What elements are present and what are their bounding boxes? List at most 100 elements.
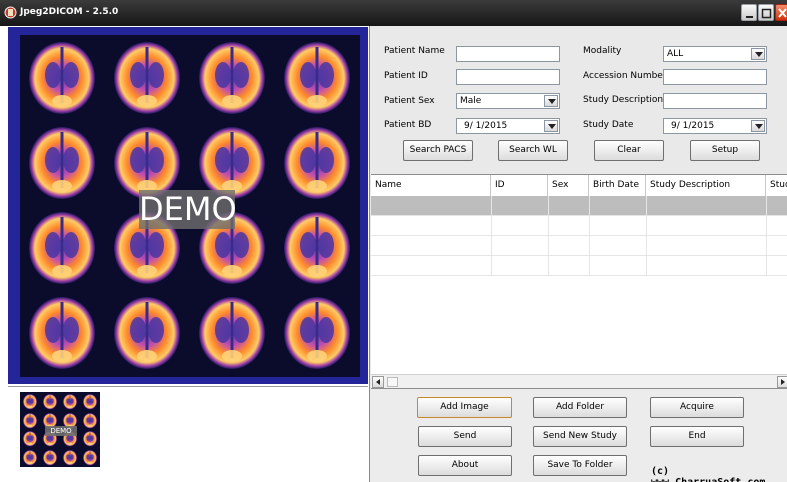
column-header-study[interactable]: Stud	[766, 175, 787, 196]
maximize-button[interactable]	[758, 4, 774, 21]
patient-bd-picker[interactable]: 9/ 1/2015	[456, 118, 560, 134]
scan-slice	[22, 122, 102, 205]
chevron-down-icon[interactable]	[751, 48, 765, 60]
clear-button[interactable]: Clear	[594, 140, 664, 161]
scan-slice	[22, 37, 102, 120]
scan-slice	[277, 207, 357, 290]
chevron-down-icon[interactable]	[544, 120, 558, 132]
study-date-value: 9/ 1/2015	[671, 121, 715, 131]
thumbnail-slice	[61, 449, 79, 468]
copyright-text: (c) www.CharruaSoft.com	[651, 466, 765, 482]
results-table[interactable]: Name ID Sex Birth Date Study Description…	[371, 174, 787, 403]
thumbnail-slice	[81, 412, 99, 432]
column-divider	[491, 196, 492, 276]
scan-slice	[277, 37, 357, 120]
scan-slice	[192, 292, 272, 375]
scan-slice	[22, 292, 102, 375]
patient-bd-value: 9/ 1/2015	[464, 121, 508, 131]
chevron-right-icon	[781, 379, 785, 385]
about-button[interactable]: About	[418, 455, 512, 476]
maximize-icon	[761, 8, 772, 19]
column-divider	[766, 196, 767, 276]
patient-id-input[interactable]	[456, 69, 560, 85]
add-folder-button[interactable]: Add Folder	[533, 397, 627, 418]
chevron-left-icon	[376, 379, 380, 385]
column-header-id[interactable]: ID	[491, 175, 548, 196]
minimize-icon	[746, 16, 753, 18]
thumbnail-watermark: DEMO	[45, 426, 77, 436]
scrollbar-thumb[interactable]	[387, 377, 398, 387]
modality-value: ALL	[667, 49, 684, 59]
column-header-name[interactable]: Name	[371, 175, 491, 196]
patient-name-label: Patient Name	[384, 46, 445, 56]
thumbnail-slice	[21, 449, 39, 468]
modality-label: Modality	[583, 46, 622, 56]
thumbnail-slice	[21, 430, 39, 450]
column-divider	[646, 196, 647, 276]
column-header-birth-date[interactable]: Birth Date	[589, 175, 646, 196]
table-row[interactable]	[371, 256, 787, 276]
patient-id-label: Patient ID	[384, 71, 428, 81]
scan-slice	[277, 292, 357, 375]
window-title: Jpeg2DICOM - 2.5.0	[20, 7, 119, 17]
horizontal-scrollbar[interactable]	[371, 374, 787, 388]
thumbnail-slice	[61, 393, 79, 413]
setup-button[interactable]: Setup	[690, 140, 760, 161]
scan-slice	[277, 122, 357, 205]
add-image-button[interactable]: Add Image	[417, 397, 512, 418]
action-panel: Add Image Add Folder Acquire Send Send N…	[371, 388, 787, 482]
send-new-study-button[interactable]: Send New Study	[533, 426, 627, 447]
study-description-input[interactable]	[663, 93, 767, 109]
thumbnail-slice	[41, 449, 59, 468]
save-to-folder-button[interactable]: Save To Folder	[533, 455, 627, 476]
image-viewer[interactable]: DEMO	[8, 27, 368, 384]
study-description-label: Study Description	[583, 95, 664, 105]
chevron-down-icon[interactable]	[751, 120, 765, 132]
thumbnail[interactable]: DEMO	[20, 392, 100, 467]
search-wl-button[interactable]: Search WL	[498, 140, 568, 161]
column-divider	[548, 196, 549, 276]
send-button[interactable]: Send	[418, 426, 512, 447]
thumbnail-slice	[81, 449, 99, 468]
patient-bd-label: Patient BD	[384, 120, 432, 130]
accession-number-label: Accession Number	[583, 71, 667, 81]
scan-slice	[22, 207, 102, 290]
scroll-right-button[interactable]	[777, 376, 787, 388]
thumbnail-slice	[81, 430, 99, 450]
accession-number-input[interactable]	[663, 69, 767, 85]
minimize-button[interactable]	[741, 4, 757, 21]
patient-sex-label: Patient Sex	[384, 96, 435, 106]
end-button[interactable]: End	[650, 426, 744, 447]
demo-watermark: DEMO	[139, 190, 237, 229]
modality-select[interactable]: ALL	[663, 46, 767, 62]
scan-slice	[192, 37, 272, 120]
acquire-button[interactable]: Acquire	[650, 397, 744, 418]
scan-slice	[107, 37, 187, 120]
table-row[interactable]	[371, 236, 787, 256]
study-date-picker[interactable]: 9/ 1/2015	[663, 118, 767, 134]
thumbnail-slice	[81, 393, 99, 413]
window-frame	[0, 26, 8, 482]
thumbnail-slice	[21, 412, 39, 432]
close-icon	[778, 8, 787, 18]
patient-sex-select[interactable]: Male	[456, 93, 560, 109]
patient-name-input[interactable]	[456, 46, 560, 62]
patient-sex-value: Male	[460, 96, 482, 106]
title-bar: Jpeg2DICOM - 2.5.0	[0, 0, 787, 26]
thumbnail-slice	[21, 393, 39, 413]
app-icon	[4, 6, 17, 19]
column-header-sex[interactable]: Sex	[548, 175, 589, 196]
scan-slice	[107, 292, 187, 375]
scroll-left-button[interactable]	[372, 376, 384, 388]
table-row[interactable]	[371, 196, 787, 216]
study-date-label: Study Date	[583, 120, 634, 130]
table-row[interactable]	[371, 216, 787, 236]
right-panel: Patient Name Patient ID Patient Sex Male…	[369, 26, 787, 482]
search-pacs-button[interactable]: Search PACS	[403, 140, 473, 161]
column-divider	[589, 196, 590, 276]
column-header-study-description[interactable]: Study Description	[646, 175, 766, 196]
chevron-down-icon[interactable]	[544, 95, 558, 107]
thumbnail-strip: DEMO	[8, 386, 368, 482]
thumbnail-slice	[41, 393, 59, 413]
close-button[interactable]	[775, 4, 787, 21]
